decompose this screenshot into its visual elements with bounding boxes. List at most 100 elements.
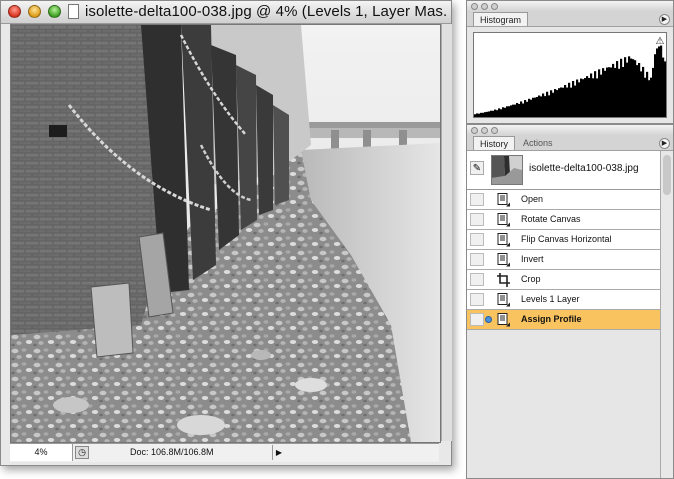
histogram-bar [642, 66, 645, 117]
histogram-bar [640, 71, 643, 117]
histogram-bar [626, 62, 629, 117]
histogram-bar [610, 67, 613, 117]
history-item-levels-1-layer[interactable]: Levels 1 Layer [467, 290, 660, 310]
history-scroll-thumb[interactable] [663, 155, 671, 195]
status-menu-arrow-icon[interactable]: ▶ [272, 445, 285, 460]
histogram-bar [524, 100, 527, 117]
histogram-bar [520, 101, 523, 117]
history-item-label: Rotate Canvas [521, 214, 581, 224]
histogram-bar [618, 68, 621, 117]
history-brush-icon[interactable]: ✎ [470, 161, 484, 175]
histogram-bar [596, 78, 599, 117]
histogram-bar [562, 87, 565, 117]
histogram-bar [564, 85, 567, 117]
histogram-bar [480, 112, 483, 117]
histogram-bar [484, 112, 487, 117]
tab-histogram[interactable]: Histogram [473, 12, 529, 26]
zoom-button[interactable] [48, 5, 61, 18]
action-document-icon [497, 293, 510, 307]
history-item-assign-profile[interactable]: Assign Profile [467, 310, 660, 330]
panel-close-icon[interactable] [471, 3, 478, 10]
document-proxy-icon[interactable] [68, 4, 79, 19]
panel-minimize-icon[interactable] [481, 3, 488, 10]
histogram-bar [658, 46, 661, 117]
histogram-bar [488, 111, 491, 117]
document-vertical-scrollbar[interactable] [441, 24, 452, 441]
history-source-box[interactable] [470, 233, 484, 246]
history-item-label: Open [521, 194, 544, 204]
tab-history[interactable]: History [473, 136, 516, 150]
panel-minimize-icon[interactable] [481, 127, 488, 134]
histogram-bar [528, 98, 531, 117]
history-source-box[interactable] [470, 253, 484, 266]
histogram-bar [636, 65, 639, 117]
history-item-label: Invert [521, 254, 544, 264]
histogram-tabbar: Histogram [467, 12, 673, 27]
history-scrollbar[interactable] [660, 151, 673, 478]
panel-zoom-icon[interactable] [491, 3, 498, 10]
histogram-bar [506, 106, 509, 117]
histogram-bar [614, 67, 617, 117]
action-document-icon [497, 193, 510, 207]
panel-zoom-icon[interactable] [491, 127, 498, 134]
histogram-bar [586, 76, 589, 117]
history-source-box[interactable] [470, 313, 484, 326]
panel-close-icon[interactable] [471, 127, 478, 134]
document-title-bar[interactable]: isolette-delta100-038.jpg @ 4% (Levels 1… [1, 1, 451, 24]
history-item-invert[interactable]: Invert [467, 250, 660, 270]
histogram-bar [624, 57, 627, 117]
history-tabbar: History Actions [467, 136, 673, 151]
history-item-label: Assign Profile [521, 314, 582, 324]
panel-menu-arrow-icon[interactable]: ▶ [659, 14, 670, 25]
histogram-bar [594, 71, 597, 117]
histogram-bar [550, 90, 553, 117]
history-source-box[interactable] [470, 213, 484, 226]
panel-menu-arrow-icon[interactable]: ▶ [659, 138, 670, 149]
history-list: Open Rotate Canvas Flip Canvas Horizonta… [467, 190, 660, 330]
close-button[interactable] [8, 5, 21, 18]
history-source-box[interactable] [470, 193, 484, 206]
image-canvas[interactable] [10, 24, 441, 443]
histogram-bar [648, 80, 651, 117]
histogram-bar [588, 77, 591, 117]
histogram-bar [512, 104, 515, 117]
history-item-crop[interactable]: Crop [467, 270, 660, 290]
history-item-open[interactable]: Open [467, 190, 660, 210]
histogram-bar [554, 89, 557, 117]
warning-triangle-icon[interactable]: ⚠ [654, 36, 666, 47]
histogram-bar [510, 105, 513, 117]
history-snapshot[interactable]: ✎ isolette-delta100-038.jpg [467, 151, 660, 190]
histogram-bar [652, 67, 655, 117]
history-state-marker-icon[interactable] [485, 316, 492, 323]
histogram-bar [590, 73, 593, 117]
histogram-bar [556, 90, 559, 117]
minimize-button[interactable] [28, 5, 41, 18]
history-item-flip-canvas-horizontal[interactable]: Flip Canvas Horizontal [467, 230, 660, 250]
histogram-bar [494, 109, 497, 117]
status-info-icon[interactable]: ◷ [75, 446, 89, 459]
histogram-bar [598, 69, 601, 117]
history-source-box[interactable] [470, 293, 484, 306]
crop-icon [497, 273, 510, 287]
histogram-bar [500, 109, 503, 117]
histogram-bar [644, 77, 647, 117]
histogram-panel: Histogram ▶ ⚠ [466, 0, 674, 124]
history-source-box[interactable] [470, 273, 484, 286]
histogram-bar [552, 92, 555, 117]
zoom-level-field[interactable]: 4% [10, 444, 73, 461]
histogram-bar [514, 104, 517, 117]
tab-actions[interactable]: Actions [517, 136, 559, 150]
histogram-bar [616, 61, 619, 117]
histogram-bar [608, 67, 611, 117]
document-title: isolette-delta100-038.jpg @ 4% (Levels 1… [85, 3, 447, 20]
histogram-bar [536, 96, 539, 117]
histogram-bar [546, 91, 549, 117]
riverbank-photo [11, 25, 440, 442]
histogram-bar [486, 111, 489, 117]
histogram-bar [620, 58, 623, 117]
histogram-bar [522, 103, 525, 117]
history-item-rotate-canvas[interactable]: Rotate Canvas [467, 210, 660, 230]
histogram-bar [558, 88, 561, 117]
histogram-bar [628, 56, 631, 117]
histogram-bar [630, 58, 633, 117]
